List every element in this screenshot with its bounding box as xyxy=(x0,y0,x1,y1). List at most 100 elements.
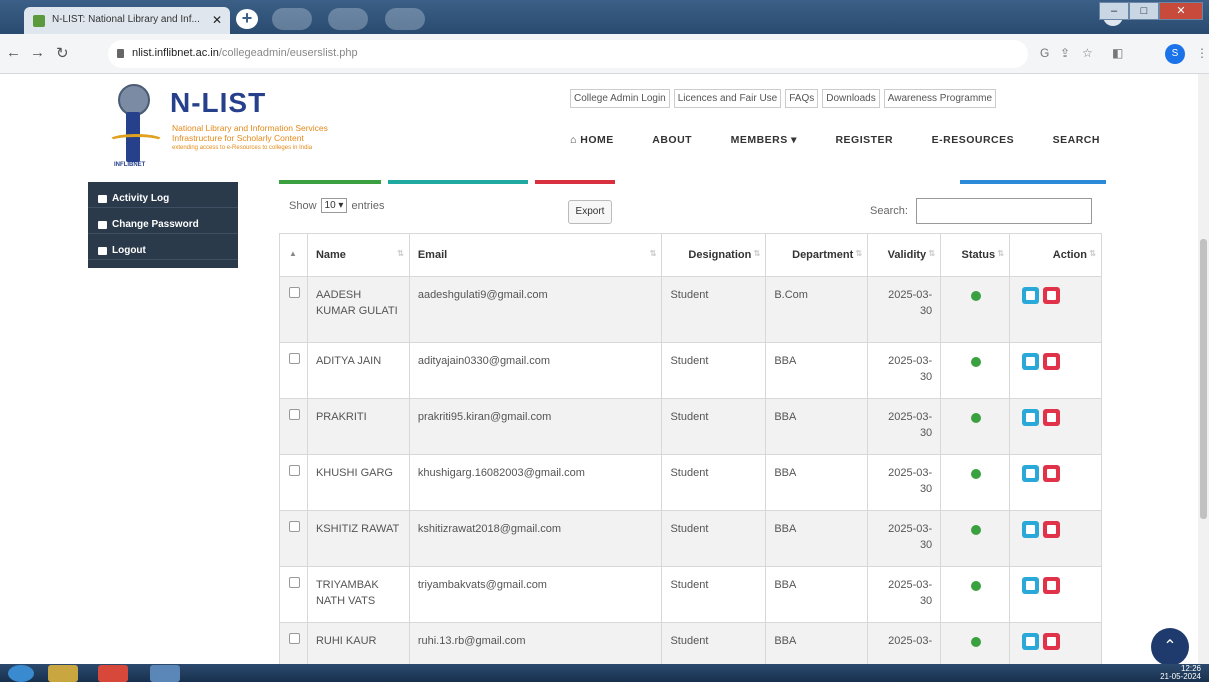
cell-status xyxy=(940,510,1011,567)
top-link-faqs[interactable]: FAQs xyxy=(785,89,819,108)
row-checkbox[interactable] xyxy=(289,633,300,644)
new-tab-button[interactable]: + xyxy=(236,9,258,29)
caret-down-icon: ▾ xyxy=(787,134,797,146)
sidebar-item-label: Logout xyxy=(112,245,146,256)
delete-icon[interactable] xyxy=(1043,521,1061,538)
menu-icon[interactable]: ⋮ xyxy=(1196,46,1208,60)
nav-home[interactable]: ⌂ HOME xyxy=(570,134,614,146)
delete-icon[interactable] xyxy=(1043,353,1061,370)
reload-icon[interactable]: ↻ xyxy=(56,44,69,62)
edit-icon[interactable] xyxy=(1022,633,1040,650)
scrollbar-thumb[interactable] xyxy=(1200,239,1207,519)
profile-avatar[interactable]: S xyxy=(1165,44,1185,64)
delete-icon[interactable] xyxy=(1043,577,1061,594)
url-path: /collegeadmin/euserslist.php xyxy=(218,47,358,59)
edit-icon[interactable] xyxy=(1022,577,1040,594)
top-link-admin-login[interactable]: College Admin Login xyxy=(570,89,670,108)
top-link-downloads[interactable]: Downloads xyxy=(822,89,880,108)
page-scrollbar[interactable] xyxy=(1198,74,1209,664)
url-field[interactable]: nlist.inflibnet.ac.in/collegeadmin/euser… xyxy=(108,40,1028,68)
row-checkbox[interactable] xyxy=(289,465,300,476)
row-checkbox[interactable] xyxy=(289,287,300,298)
nav-about[interactable]: ABOUT xyxy=(652,134,692,146)
chrome-taskbar-icon[interactable] xyxy=(98,665,128,682)
site-brand[interactable]: N-LIST xyxy=(170,87,266,119)
select-all-header[interactable]: ▲ xyxy=(279,233,308,277)
header-department[interactable]: Department ⇅ xyxy=(765,233,869,277)
delete-icon[interactable] xyxy=(1043,409,1061,426)
sidebar-item-activity-log[interactable]: Activity Log xyxy=(88,182,238,208)
cell-designation: Student xyxy=(661,566,767,623)
logo-caption: INFLIBNET xyxy=(114,162,146,168)
close-window-button[interactable]: ✕ xyxy=(1159,2,1203,20)
nav-search[interactable]: SEARCH xyxy=(1053,134,1100,146)
back-icon[interactable]: ← xyxy=(6,44,21,61)
blurred-tab xyxy=(272,8,312,30)
bookmark-star-icon[interactable]: ☆ xyxy=(1082,46,1093,60)
delete-icon[interactable] xyxy=(1043,287,1061,304)
sort-icon: ⇅ xyxy=(397,249,404,258)
sidebar-item-change-password[interactable]: Change Password xyxy=(88,208,238,234)
favicon-icon xyxy=(33,15,45,27)
share-icon[interactable]: ⇪ xyxy=(1060,46,1070,60)
header-name[interactable]: Name ⇅ xyxy=(306,233,410,277)
red-bar xyxy=(535,180,615,184)
minimize-button[interactable]: – xyxy=(1099,2,1129,20)
entries-select[interactable]: 10 ▾ xyxy=(320,198,348,213)
browser-tab[interactable]: N-LIST: National Library and Inf... ✕ xyxy=(24,7,230,34)
top-link-awareness[interactable]: Awareness Programme xyxy=(883,89,997,108)
maximize-button[interactable]: □ xyxy=(1129,2,1159,20)
cell-status xyxy=(940,398,1011,455)
main-nav: ⌂ HOME ABOUT MEMBERS ▾ REGISTER E-RESOUR… xyxy=(570,134,1100,146)
edit-icon[interactable] xyxy=(1022,287,1040,304)
header-validity[interactable]: Validity ⇅ xyxy=(867,233,942,277)
close-tab-icon[interactable]: ✕ xyxy=(212,13,222,27)
cell-department: BBA xyxy=(765,510,869,567)
row-checkbox[interactable] xyxy=(289,353,300,364)
cell-email: prakriti95.kiran@gmail.com xyxy=(408,398,663,455)
cell-email: khushigarg.16082003@gmail.com xyxy=(408,454,663,511)
key-icon xyxy=(98,220,107,229)
app-taskbar-icon[interactable] xyxy=(150,665,180,682)
sidebar-item-logout[interactable]: Logout xyxy=(88,234,238,260)
header-label: Validity xyxy=(887,249,927,261)
nav-register[interactable]: REGISTER xyxy=(835,134,893,146)
nav-eresources[interactable]: E-RESOURCES xyxy=(932,134,1015,146)
status-active-icon xyxy=(971,581,982,591)
header-status[interactable]: Status ⇅ xyxy=(940,233,1011,277)
header-email[interactable]: Email ⇅ xyxy=(408,233,663,277)
cell-designation: Student xyxy=(661,342,767,399)
table-row: AADESH KUMAR GULATI aadeshgulati9@gmail.… xyxy=(279,276,1102,343)
cell-department: BBA xyxy=(765,566,869,623)
delete-icon[interactable] xyxy=(1043,465,1061,482)
nav-members[interactable]: MEMBERS ▾ xyxy=(731,134,797,146)
edit-icon[interactable] xyxy=(1022,353,1040,370)
address-bar: ← → ↻ nlist.inflibnet.ac.in/collegeadmin… xyxy=(0,34,1209,74)
edit-icon[interactable] xyxy=(1022,465,1040,482)
system-tray: 12:26 21-05-2024 xyxy=(1160,665,1201,681)
forward-icon[interactable]: → xyxy=(30,44,45,61)
sort-icon: ⇅ xyxy=(855,249,863,258)
explorer-taskbar-icon[interactable] xyxy=(48,665,78,682)
export-button[interactable]: Export xyxy=(568,200,612,224)
row-checkbox[interactable] xyxy=(289,409,300,420)
scroll-to-top-button[interactable]: ⌃ xyxy=(1151,628,1189,666)
edit-icon[interactable] xyxy=(1022,521,1040,538)
row-checkbox[interactable] xyxy=(289,521,300,532)
subtitle-line-1: National Library and Information Service… xyxy=(172,123,328,133)
sort-icon: ⇅ xyxy=(928,249,936,258)
cell-name: ADITYA JAIN xyxy=(306,342,410,399)
home-icon: ⌂ xyxy=(570,134,581,146)
edit-icon[interactable] xyxy=(1022,409,1040,426)
top-link-licences[interactable]: Licences and Fair Use xyxy=(673,89,782,108)
search-input[interactable] xyxy=(916,198,1092,224)
google-icon[interactable]: G xyxy=(1040,46,1049,60)
start-button[interactable] xyxy=(8,665,34,682)
site-subtitle: National Library and Information Service… xyxy=(172,123,328,143)
delete-icon[interactable] xyxy=(1043,633,1061,650)
header-designation[interactable]: Designation ⇅ xyxy=(661,233,767,277)
header-action[interactable]: Action ⇅ xyxy=(1009,233,1102,277)
row-checkbox[interactable] xyxy=(289,577,300,588)
os-taskbar: 12:26 21-05-2024 xyxy=(0,664,1209,682)
sidepanel-icon[interactable]: ◧ xyxy=(1112,46,1123,60)
